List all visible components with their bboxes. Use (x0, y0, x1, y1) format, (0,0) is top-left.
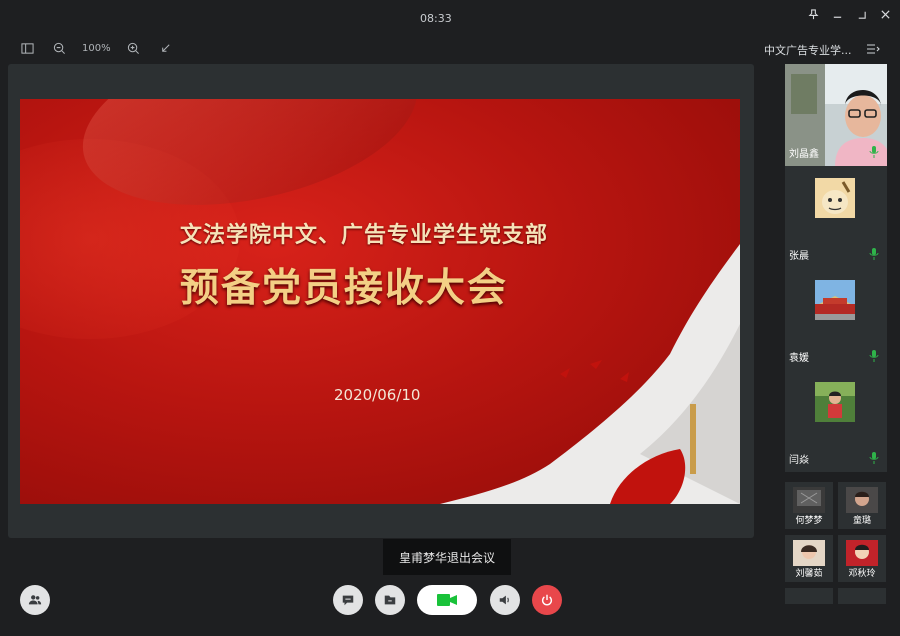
meeting-name: 中文广告专业学... (764, 44, 852, 57)
restore-icon[interactable] (854, 6, 868, 22)
grid-participant[interactable] (785, 588, 833, 604)
speaker-button[interactable] (490, 585, 520, 615)
participant-grid: 何梦梦 童璐 刘馨茹 邓秋玲 (785, 482, 887, 604)
grid-participant-name: 邓秋玲 (848, 569, 876, 579)
participants-button[interactable] (20, 585, 50, 615)
grid-avatar (846, 540, 878, 566)
presentation-slide: 文法学院中文、广告专业学生党支部 预备党员接收大会 2020/06/10 (20, 99, 740, 504)
leave-notification: 皇甫梦华退出会议 (383, 539, 511, 575)
close-icon[interactable] (878, 6, 892, 22)
leave-meeting-button[interactable] (532, 585, 562, 615)
grid-participant[interactable]: 何梦梦 (785, 482, 833, 529)
participant-name: 张晨 (789, 251, 809, 262)
people-icon (28, 595, 42, 605)
title-bar: 08:33 (0, 0, 900, 34)
speaker-icon (499, 595, 509, 605)
participant-card[interactable]: 刘晶鑫 (785, 64, 887, 166)
slide-date: 2020/06/10 (334, 386, 421, 404)
participant-name: 袁媛 (789, 353, 809, 364)
slide-title: 预备党员接收大会 (180, 265, 509, 311)
collapse-icon[interactable] (157, 40, 175, 56)
ink-wash-decoration (440, 244, 740, 504)
meeting-window: 08:33 100% 文法学院中文、广告专业学生党支部 预备党员接收大会 202… (0, 0, 900, 636)
participant-card[interactable]: 袁媛 (785, 268, 887, 370)
photo-avatar (815, 382, 855, 422)
zoom-level: 100% (82, 42, 111, 54)
chat-icon (342, 595, 354, 606)
camera-icon (437, 594, 457, 606)
window-controls (806, 6, 892, 22)
zoom-out-icon[interactable] (50, 40, 68, 56)
cartoon-avatar (815, 178, 855, 218)
tiananmen-avatar (815, 280, 855, 320)
power-icon (541, 594, 553, 606)
mic-icon (869, 350, 879, 362)
grid-participant[interactable]: 童璐 (838, 482, 886, 529)
grid-participant[interactable]: 邓秋玲 (838, 535, 886, 582)
grid-participant[interactable] (838, 588, 886, 604)
folder-icon (384, 595, 396, 605)
participant-card[interactable]: 张晨 (785, 166, 887, 268)
view-toolbar: 100% (18, 40, 175, 56)
mic-icon (869, 452, 879, 464)
zoom-in-icon[interactable] (125, 40, 143, 56)
grid-avatar (846, 487, 878, 513)
participant-name: 闫焱 (789, 455, 809, 466)
meeting-clock: 08:33 (420, 12, 452, 25)
grid-avatar (793, 487, 825, 513)
list-menu-icon[interactable] (866, 43, 880, 55)
participant-list: 刘晶鑫 张晨 袁媛 闫焱 (785, 64, 887, 472)
participant-card[interactable]: 闫焱 (785, 370, 887, 472)
video-toggle-button[interactable] (417, 585, 477, 615)
slide-subtitle: 文法学院中文、广告专业学生党支部 (180, 222, 549, 248)
pin-icon[interactable] (806, 6, 820, 22)
mic-icon (869, 146, 879, 158)
grid-participant-name: 童璐 (852, 516, 871, 526)
mic-icon (869, 248, 879, 260)
share-button[interactable] (375, 585, 405, 615)
shared-screen-area: 文法学院中文、广告专业学生党支部 预备党员接收大会 2020/06/10 (8, 64, 754, 538)
minimize-icon[interactable] (830, 6, 844, 22)
grid-participant-name: 何梦梦 (795, 516, 823, 526)
grid-participant-name: 刘馨茹 (795, 569, 823, 579)
grid-participant[interactable]: 刘馨茹 (785, 535, 833, 582)
chat-button[interactable] (333, 585, 363, 615)
grid-avatar (793, 540, 825, 566)
layout-icon[interactable] (18, 40, 36, 56)
participant-name: 刘晶鑫 (789, 149, 819, 160)
